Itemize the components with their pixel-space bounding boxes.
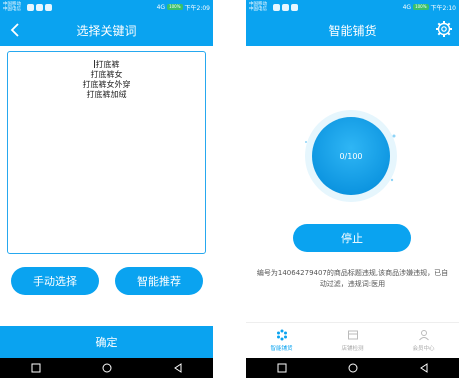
manual-select-button[interactable]: 手动选择 bbox=[11, 267, 99, 295]
keyword-line: 打底裤女 bbox=[90, 70, 123, 79]
progress-count: 0/100 bbox=[339, 151, 363, 161]
status-bar: 中国移动 中国电信 4G 100% 下午2:09 bbox=[0, 0, 213, 14]
battery-level: 100% bbox=[167, 4, 183, 10]
system-nav-bar bbox=[0, 358, 213, 378]
signal-label: 4G bbox=[156, 3, 166, 11]
home-icon[interactable] bbox=[102, 363, 112, 373]
confirm-button[interactable]: 确定 bbox=[0, 326, 213, 358]
app-header: 智能铺货 bbox=[246, 14, 459, 46]
stop-button[interactable]: 停止 bbox=[293, 224, 411, 252]
keyword-textarea[interactable]: 打底裤 打底裤女 打底裤女外穿 打底裤加绒 bbox=[7, 51, 206, 254]
clock: 下午2:09 bbox=[184, 4, 210, 12]
user-icon bbox=[418, 330, 429, 341]
carrier-label: 中国移动 中国电信 bbox=[249, 2, 267, 12]
back-nav-icon[interactable] bbox=[173, 363, 183, 373]
notification-icons bbox=[273, 3, 298, 11]
tab-label: 智能铺货 bbox=[270, 346, 293, 352]
store-icon bbox=[347, 330, 358, 340]
page-title: 选择关键词 bbox=[76, 23, 137, 38]
clock: 下午2:10 bbox=[430, 4, 456, 12]
battery-level: 100% bbox=[413, 4, 429, 10]
keyword-line: 打底裤加绒 bbox=[86, 90, 127, 99]
smart-listing-screen: 中国移动 中国电信 4G 100% 下午2:10 智能铺货 0/100 停止 编… bbox=[246, 0, 459, 378]
page-title: 智能铺货 bbox=[328, 23, 377, 38]
tab-smart-listing[interactable]: 智能铺货 bbox=[252, 329, 312, 352]
carrier-label: 中国移动 中国电信 bbox=[3, 2, 21, 12]
status-bar: 中国移动 中国电信 4G 100% 下午2:10 bbox=[246, 0, 459, 14]
notification-icons bbox=[27, 3, 52, 11]
settings-gear-icon[interactable] bbox=[435, 20, 453, 38]
back-nav-icon[interactable] bbox=[419, 363, 429, 373]
recent-apps-icon[interactable] bbox=[277, 363, 287, 373]
snowflake-icon bbox=[276, 329, 287, 341]
bottom-tab-bar: 智能铺货 店铺检测 会员中心 bbox=[246, 322, 459, 358]
tab-label: 店铺检测 bbox=[341, 346, 364, 352]
recent-apps-icon[interactable] bbox=[31, 363, 41, 373]
smart-recommend-button[interactable]: 智能推荐 bbox=[115, 267, 203, 295]
back-arrow-icon[interactable] bbox=[8, 21, 24, 39]
tab-store-check[interactable]: 店铺检测 bbox=[323, 329, 383, 352]
keyword-line: 打底裤 bbox=[93, 60, 120, 69]
tab-member-center[interactable]: 会员中心 bbox=[394, 329, 454, 352]
keyword-select-screen: 中国移动 中国电信 4G 100% 下午2:09 选择关键词 打底裤 打底裤女 … bbox=[0, 0, 213, 378]
text-cursor bbox=[93, 60, 95, 68]
keyword-line: 打底裤女外穿 bbox=[82, 80, 131, 89]
home-icon[interactable] bbox=[348, 363, 358, 373]
progress-indicator: 0/100 bbox=[296, 108, 406, 218]
system-nav-bar bbox=[246, 358, 459, 378]
tab-label: 会员中心 bbox=[412, 346, 435, 352]
app-header: 选择关键词 bbox=[0, 14, 213, 46]
signal-label: 4G bbox=[402, 3, 412, 11]
violation-notice: 编号为14064279407的商品标题违规,该商品涉嫌违规，已自动过滤，违规词:… bbox=[256, 269, 449, 288]
